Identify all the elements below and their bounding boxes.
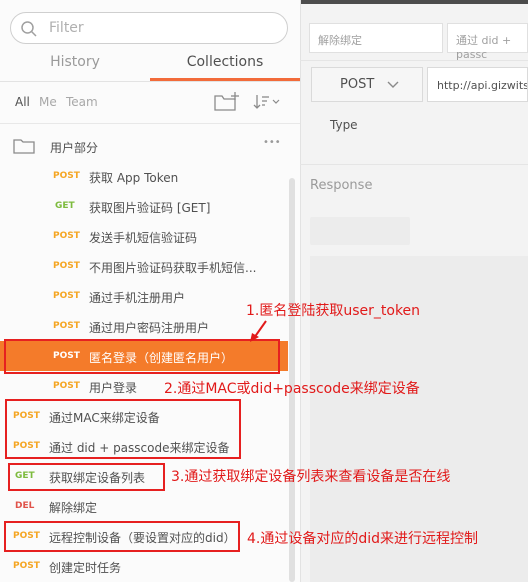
request-name: 创建定时任务 <box>49 561 122 575</box>
divider <box>0 81 300 82</box>
divider <box>300 164 528 165</box>
request-item[interactable]: GET 获取图片验证码 [GET] <box>0 191 288 221</box>
url-input[interactable]: http://api.gizwits <box>427 67 528 102</box>
method-badge: GET <box>55 201 75 211</box>
sidebar: Filter History Collections All Me Team 用… <box>0 0 301 582</box>
request-name: 用户登录 <box>89 381 138 395</box>
request-item[interactable]: DEL 解除绑定 <box>0 491 288 521</box>
response-placeholder <box>310 217 410 245</box>
method-value: POST <box>340 77 375 92</box>
filter-placeholder: Filter <box>49 20 84 36</box>
method-select[interactable]: POST <box>311 67 423 102</box>
open-tab[interactable]: 通过 did + passc <box>447 23 528 61</box>
divider <box>300 60 528 61</box>
search-icon <box>21 21 37 37</box>
folder-name: 用户部分 <box>50 141 99 155</box>
annotation-box <box>4 339 280 374</box>
new-folder-icon[interactable] <box>213 91 241 113</box>
divider <box>0 123 300 124</box>
more-options-icon[interactable]: ••• <box>263 137 281 148</box>
request-name: 不用图片验证码获取手机短信... <box>89 261 257 275</box>
method-badge: POST <box>53 381 80 391</box>
tab-history[interactable]: History <box>0 54 150 82</box>
annotation-box <box>5 399 241 459</box>
method-badge: DEL <box>15 501 35 511</box>
request-item[interactable]: POST 不用图片验证码获取手机短信... <box>0 251 288 281</box>
annotation-box <box>4 521 240 552</box>
folder-user-section[interactable]: 用户部分 ••• <box>0 131 288 161</box>
request-item[interactable]: POST 通过用户密码注册用户 <box>0 311 288 341</box>
method-badge: POST <box>53 291 80 301</box>
annotation-2: 2.通过MAC或did+passcode来绑定设备 <box>164 381 420 397</box>
request-item[interactable]: POST 创建定时任务 <box>0 551 288 581</box>
filter-input[interactable]: Filter <box>10 12 288 44</box>
scope-me[interactable]: Me <box>39 95 57 109</box>
response-label: Response <box>310 178 373 193</box>
method-badge: POST <box>13 561 40 571</box>
annotation-1: 1.匿名登陆获取user_token <box>246 303 421 319</box>
method-badge: POST <box>53 231 80 241</box>
request-name: 通过手机注册用户 <box>89 291 186 305</box>
method-badge: POST <box>53 171 80 181</box>
request-item[interactable]: POST 发送手机短信验证码 <box>0 221 288 251</box>
request-item[interactable]: POST 获取 App Token <box>0 161 288 191</box>
request-name: 发送手机短信验证码 <box>89 231 198 245</box>
method-badge: POST <box>53 261 80 271</box>
request-name: 解除绑定 <box>49 501 98 515</box>
request-name: 获取图片验证码 [GET] <box>89 201 211 215</box>
request-item[interactable]: POST 通过手机注册用户 <box>0 281 288 311</box>
request-name: 获取 App Token <box>89 171 179 185</box>
annotation-box <box>8 463 165 491</box>
scope-all[interactable]: All <box>15 95 30 109</box>
arrow-annotation <box>250 320 267 342</box>
annotation-4: 4.通过设备对应的did来进行远程控制 <box>247 531 479 547</box>
scope-team[interactable]: Team <box>66 95 98 109</box>
chevron-down-icon <box>387 81 399 88</box>
method-badge: POST <box>53 321 80 331</box>
folder-icon <box>13 139 35 154</box>
request-name: 通过用户密码注册用户 <box>89 321 210 335</box>
type-label: Type <box>330 118 358 132</box>
sort-icon[interactable] <box>252 93 282 111</box>
annotation-3: 3.通过获取绑定设备列表来查看设备是否在线 <box>171 469 451 485</box>
open-tab[interactable]: 解除绑定 <box>309 23 443 53</box>
